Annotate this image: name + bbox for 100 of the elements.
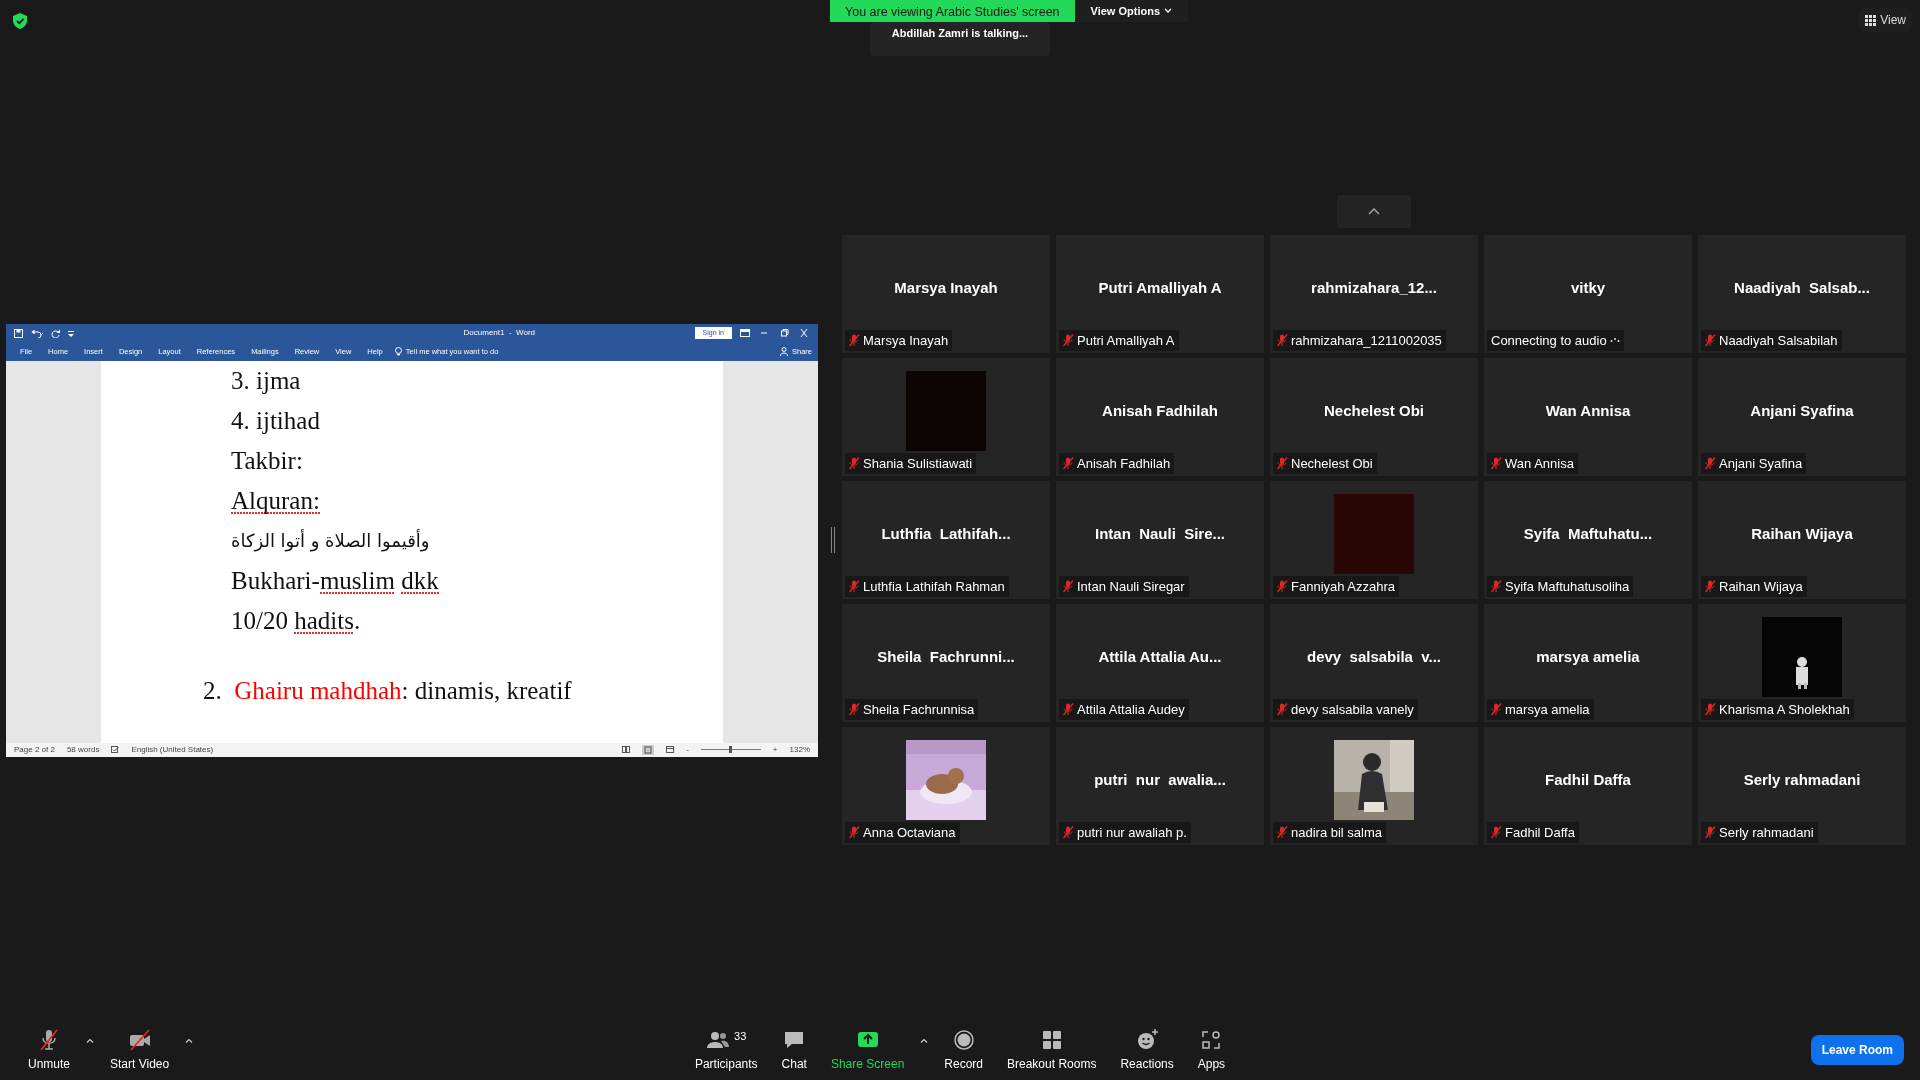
document-line: Bukhari-muslim dkk — [231, 565, 439, 596]
page-count[interactable]: Page 2 of 2 — [14, 743, 55, 756]
document-title: Document1 - Word — [462, 327, 536, 339]
participant-tile[interactable]: devy salsabila v... devy salsabila vanely — [1270, 604, 1478, 722]
zoom-level[interactable]: 132% — [789, 743, 810, 756]
record-button[interactable]: Record — [932, 1027, 995, 1073]
participant-label: Luthfia Lathifah Rahman — [863, 577, 1005, 596]
screen-share-banner: You are viewing Arabic Studies' screen — [830, 0, 1075, 22]
caret-up-icon — [86, 1037, 95, 1043]
participant-label: Raihan Wijaya — [1719, 577, 1803, 596]
word-count[interactable]: 58 words — [66, 743, 100, 756]
talking-indicator: Abdillah Zamri is talking... — [870, 22, 1050, 56]
unmute-button[interactable]: Unmute — [16, 1027, 83, 1073]
view-options-button[interactable]: View Options — [1074, 0, 1189, 22]
zoom-in-button[interactable]: + — [772, 743, 778, 756]
save-icon[interactable] — [14, 328, 23, 338]
participant-tile[interactable]: Anna Octaviana — [842, 727, 1050, 845]
participant-tile[interactable]: rahmizahara_12... rahmizahara_1211002035 — [1270, 235, 1478, 353]
participant-label: putri nur awaliah p. — [1077, 823, 1187, 842]
person-icon — [780, 347, 788, 356]
participant-name: Luthfia Lathifah... — [881, 523, 1011, 544]
participant-name: Naadiyah Salsab... — [1734, 277, 1870, 298]
zoom-out-button[interactable]: - — [686, 743, 689, 756]
participant-tile[interactable]: Intan Nauli Sire... Intan Nauli Siregar — [1056, 481, 1264, 599]
participant-tile[interactable]: Attila Attalia Au... Attila Attalia Audey — [1056, 604, 1264, 722]
participant-name: Serly rahmadani — [1743, 769, 1861, 790]
close-icon[interactable] — [798, 329, 810, 337]
participant-tile[interactable]: vitky Connecting to audio — [1484, 235, 1692, 353]
print-layout-icon[interactable] — [642, 744, 655, 755]
participant-tile[interactable]: marsya amelia marsya amelia — [1484, 604, 1692, 722]
muted-mic-icon — [37, 1027, 61, 1052]
document-line: Takbir: — [231, 445, 303, 476]
apps-button[interactable]: Apps — [1185, 1027, 1238, 1073]
participant-tile[interactable]: Fadhil Daffa Fadhil Daffa — [1484, 727, 1692, 845]
participant-tile[interactable]: Fanniyah Azzahra — [1270, 481, 1478, 599]
participant-label: Kharisma A Sholekhah — [1719, 700, 1850, 719]
participant-tile[interactable]: Anisah Fadhilah Anisah Fadhilah — [1056, 358, 1264, 476]
participant-name: Sheila Fachrunni... — [877, 646, 1015, 667]
participant-label: Fadhil Daffa — [1505, 823, 1575, 842]
proofing-icon[interactable] — [111, 746, 120, 753]
participant-label: marsya amelia — [1505, 700, 1590, 719]
share-button[interactable]: Share Screen — [818, 1027, 917, 1073]
participant-tile[interactable]: Anjani Syafina Anjani Syafina — [1698, 358, 1906, 476]
participant-tile[interactable]: putri nur awalia... putri nur awaliah p. — [1056, 727, 1264, 845]
ribbon-display-icon[interactable] — [740, 329, 750, 337]
breakout-button[interactable]: Breakout Rooms — [995, 1027, 1109, 1073]
participant-label: Sheila Fachrunnisa — [863, 700, 975, 719]
language-status[interactable]: English (United States) — [131, 743, 214, 756]
start-video-button[interactable]: Start Video — [98, 1027, 182, 1073]
document-line: 4. ijtihad — [231, 405, 320, 436]
participant-tile[interactable]: Syifa Maftuhatu... Syifa Maftuhatusoliha — [1484, 481, 1692, 599]
participant-tile[interactable]: Serly rahmadani Serly rahmadani — [1698, 727, 1906, 845]
participant-label: Intan Nauli Siregar — [1077, 577, 1185, 596]
participant-label: Attila Attalia Audey — [1077, 700, 1185, 719]
redo-icon[interactable] — [51, 328, 60, 338]
customize-icon[interactable] — [68, 329, 74, 337]
caret-up-icon — [920, 1037, 929, 1043]
participant-name: Wan Annisa — [1545, 400, 1631, 421]
view-button[interactable]: View — [1859, 8, 1912, 32]
participant-label: Anna Octaviana — [863, 823, 956, 842]
participant-label: Naadiyah Salsabilah — [1719, 331, 1838, 350]
participant-name: Anjani Syafina — [1750, 400, 1854, 421]
splitter-handle[interactable] — [831, 527, 835, 553]
participant-tile[interactable]: Wan Annisa Wan Annisa — [1484, 358, 1692, 476]
participant-tile[interactable]: Nechelest Obi Nechelest Obi — [1270, 358, 1478, 476]
participant-tile[interactable]: Luthfia Lathifah... Luthfia Lathifah Rahman — [842, 481, 1050, 599]
participant-name: putri nur awalia... — [1094, 769, 1226, 790]
document-line: 10/20 hadits. — [231, 605, 361, 636]
participant-label: Connecting to audio — [1491, 331, 1607, 350]
web-layout-icon[interactable] — [666, 746, 675, 753]
participant-label: Shania Sulistiawati — [863, 454, 973, 473]
participant-tile[interactable]: nadira bil salma — [1270, 727, 1478, 845]
participant-tile[interactable]: Raihan Wijaya Raihan Wijaya — [1698, 481, 1906, 599]
participant-tile[interactable]: Kharisma A Sholekhah — [1698, 604, 1906, 722]
reactions-button[interactable]: Reactions — [1108, 1027, 1186, 1073]
minimize-icon[interactable] — [758, 329, 770, 337]
restore-icon[interactable] — [778, 329, 790, 337]
participant-name: rahmizahara_12... — [1311, 277, 1437, 298]
participant-label: Marsya Inayah — [863, 331, 949, 350]
document-line: 3. ijma — [231, 365, 301, 396]
participant-name: Anisah Fadhilah — [1102, 400, 1218, 421]
participant-name: vitky — [1570, 277, 1606, 298]
muted-camera-icon — [127, 1027, 152, 1052]
chat-button[interactable]: Chat — [769, 1027, 819, 1073]
participant-tile[interactable]: Sheila Fachrunni... Sheila Fachrunnisa — [842, 604, 1050, 722]
participant-label: devy salsabila vanely — [1291, 700, 1414, 719]
participant-tile[interactable]: Naadiyah Salsab... Naadiyah Salsabilah — [1698, 235, 1906, 353]
caret-icon — [1164, 8, 1173, 14]
participant-label: Putri Amalliyah A — [1077, 331, 1175, 350]
document-line: وأقيموا الصلاة و أتوا الزكاة — [231, 528, 430, 554]
slider-thumb[interactable] — [729, 746, 733, 753]
read-mode-icon[interactable] — [622, 746, 631, 753]
shield-icon — [13, 13, 27, 29]
leave-button[interactable]: Leave Room — [1810, 1035, 1904, 1065]
participants-button[interactable]: 33 Participants — [682, 1027, 770, 1073]
undo-icon[interactable] — [31, 328, 43, 338]
grid-icon — [1865, 14, 1877, 26]
participant-tile[interactable]: Marsya Inayah Marsya Inayah — [842, 235, 1050, 353]
participant-tile[interactable]: Shania Sulistiawati — [842, 358, 1050, 476]
participant-tile[interactable]: Putri Amalliyah A Putri Amalliyah A — [1056, 235, 1264, 353]
